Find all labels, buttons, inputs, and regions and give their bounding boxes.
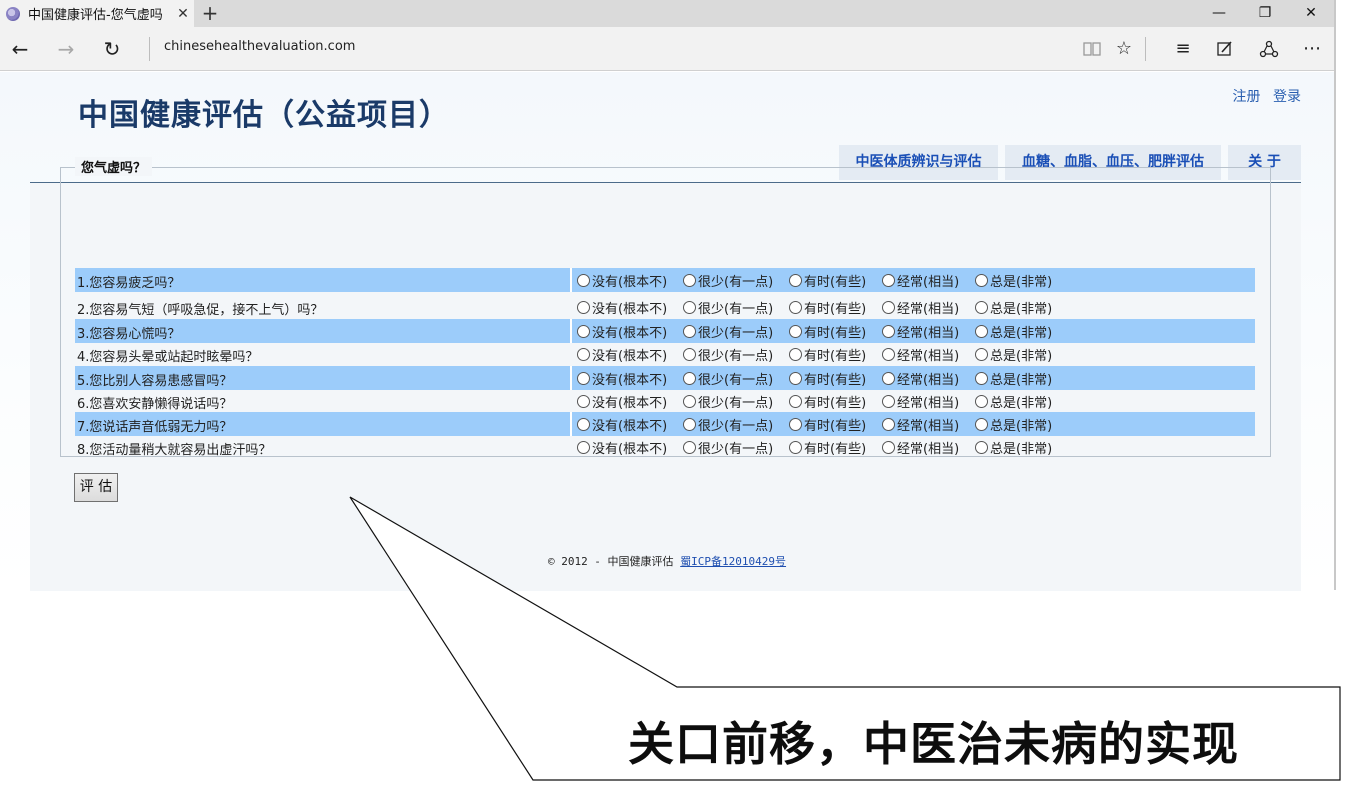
callout-shape [349, 496, 1341, 781]
callout-text: 关口前移，中医治未病的实现 [628, 717, 1239, 771]
